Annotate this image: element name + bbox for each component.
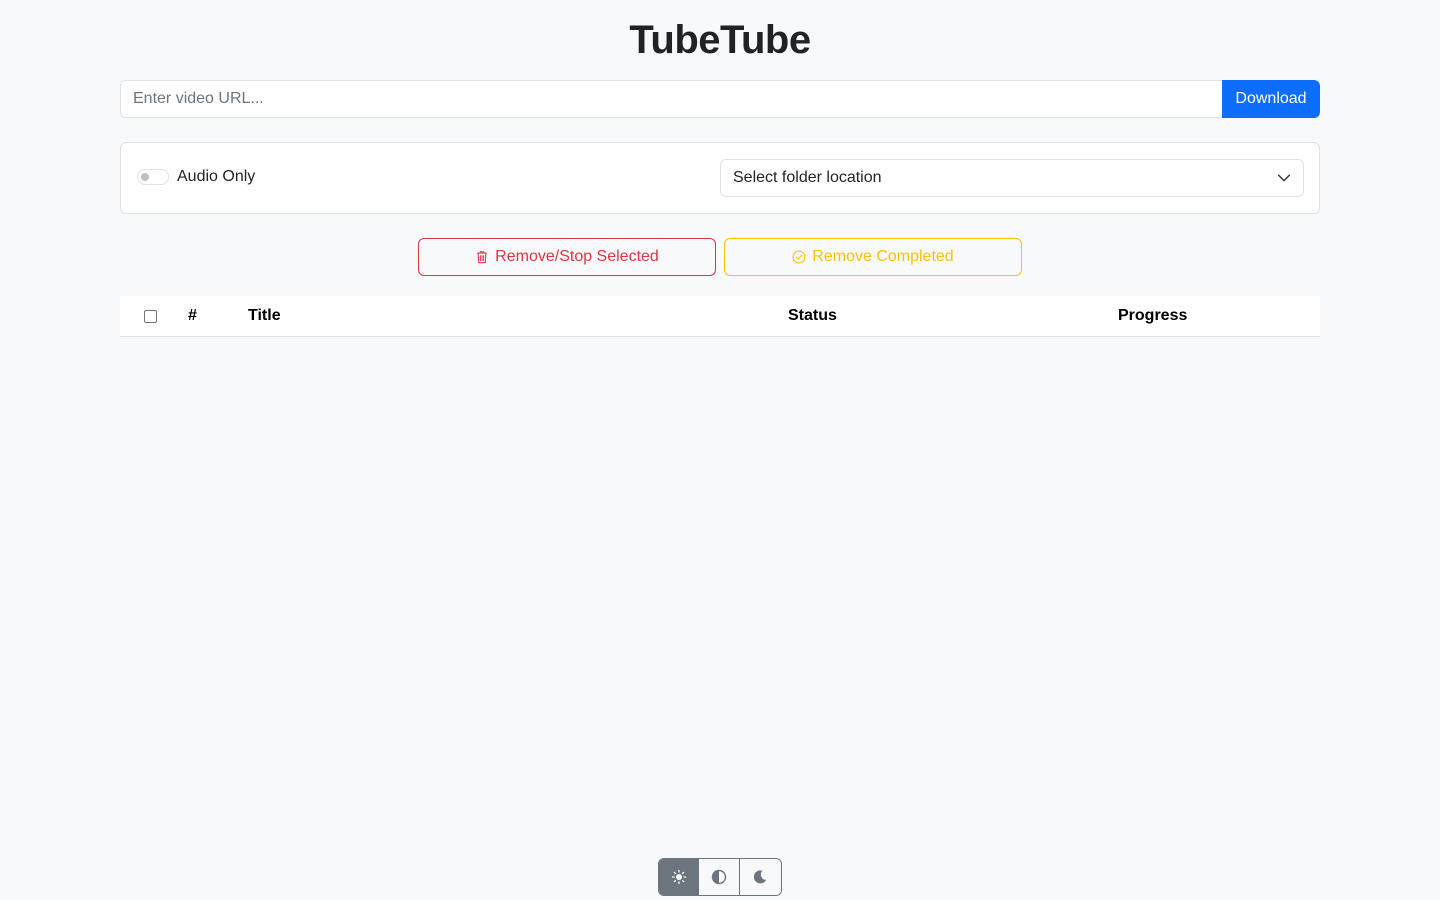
chevron-down-icon [1277, 174, 1291, 182]
column-header-progress: Progress [1118, 307, 1188, 324]
url-row: Download [120, 80, 1320, 118]
audio-only-toggle[interactable] [137, 169, 169, 185]
theme-switcher [658, 858, 782, 896]
folder-select-value: Select folder location [733, 169, 882, 186]
check-circle-icon [792, 250, 806, 264]
remove-stop-selected-label: Remove/Stop Selected [495, 248, 659, 265]
column-header-number: # [188, 307, 197, 324]
page: TubeTube Download Audio Only Select fold… [0, 0, 1440, 900]
remove-completed-button[interactable]: Remove Completed [724, 238, 1022, 276]
column-header-status: Status [788, 307, 837, 324]
download-button[interactable]: Download [1222, 80, 1320, 118]
trash-icon [477, 251, 487, 264]
folder-location-select[interactable]: Select folder location [720, 159, 1304, 197]
video-url-input[interactable] [120, 80, 1222, 118]
table-header: # Title Status Progress [120, 296, 1320, 337]
audio-only-label: Audio Only [177, 168, 256, 185]
theme-dark-button[interactable] [739, 859, 781, 895]
sun-icon [671, 869, 686, 885]
half-circle-icon [711, 869, 727, 885]
select-all-checkbox[interactable] [144, 310, 157, 323]
action-row: Remove/Stop Selected Remove Completed [418, 238, 1022, 276]
theme-auto-button[interactable] [699, 859, 740, 895]
app-title: TubeTube [629, 18, 811, 62]
remove-stop-selected-button[interactable]: Remove/Stop Selected [418, 238, 716, 276]
column-header-title: Title [248, 307, 281, 324]
moon-icon [754, 870, 767, 884]
toggle-knob [141, 173, 149, 181]
remove-completed-label: Remove Completed [812, 248, 954, 265]
downloads-table: # Title Status Progress [120, 296, 1320, 337]
theme-light-button[interactable] [659, 859, 700, 895]
options-card: Audio Only Select folder location [120, 142, 1320, 214]
